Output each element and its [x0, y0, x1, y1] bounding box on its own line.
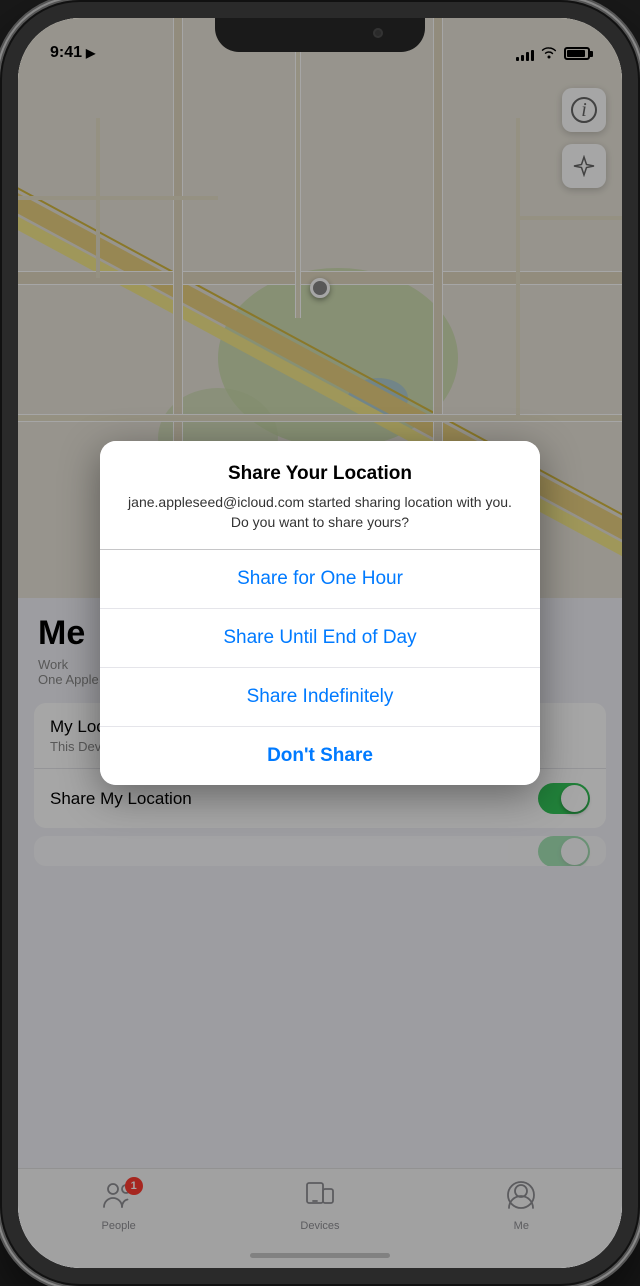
phone-frame: 9:41 ▶ — [0, 0, 640, 1286]
share-location-dialog: Share Your Location jane.appleseed@iclou… — [100, 441, 540, 784]
share-indefinitely-button[interactable]: Share Indefinitely — [100, 668, 540, 727]
signal-bar-2 — [521, 55, 524, 61]
location-arrow-icon: ▶ — [86, 46, 95, 60]
dialog-message: jane.appleseed@icloud.com started sharin… — [124, 493, 516, 532]
signal-bar-4 — [531, 50, 534, 61]
time-display: 9:41 — [50, 44, 82, 62]
camera-dot — [373, 28, 383, 38]
battery-fill — [567, 50, 585, 57]
dialog-title: Share Your Location — [124, 463, 516, 485]
share-end-of-day-button[interactable]: Share Until End of Day — [100, 609, 540, 668]
notch — [215, 18, 425, 52]
share-one-hour-button[interactable]: Share for One Hour — [100, 550, 540, 609]
signal-bars — [516, 47, 534, 61]
dont-share-button[interactable]: Don't Share — [100, 727, 540, 785]
screen: 9:41 ▶ — [18, 18, 622, 1268]
wifi-icon — [540, 45, 558, 62]
battery-icon — [564, 47, 590, 60]
signal-bar-1 — [516, 57, 519, 61]
status-time: 9:41 ▶ — [50, 44, 95, 62]
dialog-header: Share Your Location jane.appleseed@iclou… — [100, 441, 540, 548]
dialog-overlay: Share Your Location jane.appleseed@iclou… — [18, 18, 622, 1268]
signal-bar-3 — [526, 52, 529, 61]
status-icons — [516, 45, 590, 62]
